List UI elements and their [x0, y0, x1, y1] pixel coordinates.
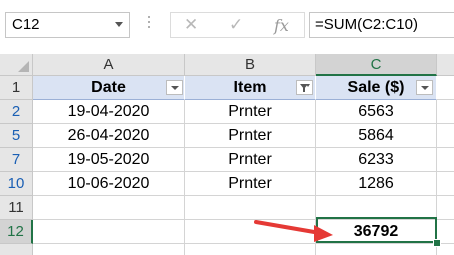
annotation-arrow-icon: [254, 220, 333, 242]
